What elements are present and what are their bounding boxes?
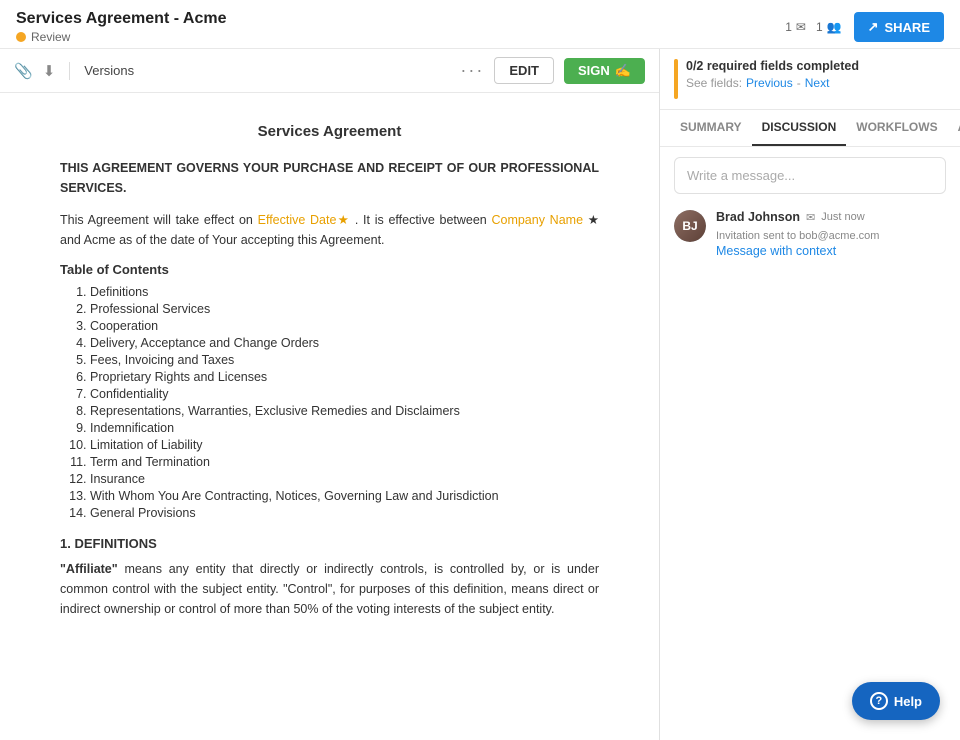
next-link[interactable]: Next <box>805 76 830 90</box>
mail-icon: ✉ <box>796 20 806 34</box>
company-name: Company Name <box>491 213 583 227</box>
section1-text: "Affiliate" means any entity that direct… <box>60 559 599 619</box>
toc-item: Confidentiality <box>90 387 599 401</box>
toc-item: Fees, Invoicing and Taxes <box>90 353 599 367</box>
tab-audit[interactable]: AUDIT <box>948 110 960 146</box>
effective-mid: . It is effective between <box>355 213 487 227</box>
header-right: 1 ✉ 1 👥 ↗ SHARE <box>785 12 944 42</box>
message-context-link[interactable]: Message with context <box>716 244 946 258</box>
fields-info: 0/2 required fields completed See fields… <box>686 59 946 90</box>
toolbar-divider <box>69 62 70 80</box>
fields-title: 0/2 required fields completed <box>686 59 946 73</box>
message-header: Brad Johnson ✉ Just now Invitation sent … <box>716 210 946 242</box>
toc-item: Limitation of Liability <box>90 438 599 452</box>
sign-button[interactable]: SIGN ✍ <box>564 58 645 84</box>
toc-item: General Provisions <box>90 506 599 520</box>
doc-effective: This Agreement will take effect on Effec… <box>60 210 599 250</box>
doc-title: Services Agreement - Acme <box>16 10 226 28</box>
toc-item: Cooperation <box>90 319 599 333</box>
toc-item: Representations, Warranties, Exclusive R… <box>90 404 599 418</box>
message-time: Just now <box>821 211 864 223</box>
avatar-image: BJ <box>674 210 706 242</box>
help-icon: ? <box>870 692 888 710</box>
main-layout: 📎 ⬇ Versions ··· EDIT SIGN ✍ Services Ag… <box>0 49 960 740</box>
paperclip-icon[interactable]: 📎 <box>14 62 33 80</box>
mail-count: 1 <box>785 20 792 34</box>
toc-item: Definitions <box>90 285 599 299</box>
toc-item: Proprietary Rights and Licenses <box>90 370 599 384</box>
discussion-area: Write a message... BJ Brad Johnson ✉ Jus… <box>660 147 960 740</box>
see-fields-label: See fields: <box>686 76 742 90</box>
toc-item: Indemnification <box>90 421 599 435</box>
toc-item: Insurance <box>90 472 599 486</box>
document-panel: 📎 ⬇ Versions ··· EDIT SIGN ✍ Services Ag… <box>0 49 660 740</box>
tab-discussion[interactable]: DISCUSSION <box>752 110 847 146</box>
message-body: Brad Johnson ✉ Just now Invitation sent … <box>716 210 946 258</box>
people-count: 1 <box>816 20 823 34</box>
pen-icon: ✍ <box>615 63 631 79</box>
review-badge: Review <box>16 30 226 44</box>
mail-notification[interactable]: 1 ✉ <box>785 20 806 34</box>
tab-workflows[interactable]: WORKFLOWS <box>846 110 947 146</box>
doc-toolbar: 📎 ⬇ Versions ··· EDIT SIGN ✍ <box>0 49 659 93</box>
more-options-icon[interactable]: ··· <box>460 60 484 81</box>
header: Services Agreement - Acme Review 1 ✉ 1 👥… <box>0 0 960 49</box>
fields-accent <box>674 59 678 99</box>
edit-button[interactable]: EDIT <box>494 57 554 84</box>
document-content: Services Agreement THIS AGREEMENT GOVERN… <box>0 93 659 740</box>
message-sub: Invitation sent to bob@acme.com <box>716 230 879 242</box>
right-panel: 0/2 required fields completed See fields… <box>660 49 960 740</box>
previous-link[interactable]: Previous <box>746 76 793 90</box>
help-label: Help <box>894 694 922 709</box>
notification-group: 1 ✉ 1 👥 <box>785 20 841 34</box>
toc-item: With Whom You Are Contracting, Notices, … <box>90 489 599 503</box>
email-icon: ✉ <box>806 211 815 224</box>
download-icon[interactable]: ⬇ <box>43 62 56 80</box>
message-author: Brad Johnson <box>716 210 800 224</box>
avatar: BJ <box>674 210 706 242</box>
toc-item: Delivery, Acceptance and Change Orders <box>90 336 599 350</box>
tabs-bar: SUMMARY DISCUSSION WORKFLOWS AUDIT ⋮ <box>660 110 960 147</box>
section1-heading: 1. DEFINITIONS <box>60 536 599 551</box>
toc-item: Professional Services <box>90 302 599 316</box>
tab-summary[interactable]: SUMMARY <box>670 110 752 146</box>
doc-heading: Services Agreement <box>60 123 599 140</box>
effective-date: Effective Date★ <box>258 213 351 227</box>
fields-nav: See fields: Previous - Next <box>686 76 946 90</box>
effective-before: This Agreement will take effect on <box>60 213 253 227</box>
people-notification[interactable]: 1 👥 <box>816 20 842 34</box>
message-input[interactable]: Write a message... <box>674 157 946 194</box>
sign-label: SIGN <box>578 63 610 78</box>
message-item: BJ Brad Johnson ✉ Just now Invitation se… <box>674 210 946 258</box>
toc-list: Definitions Professional Services Cooperat… <box>60 285 599 520</box>
people-icon: 👥 <box>827 20 842 34</box>
fields-dash: - <box>797 76 801 90</box>
fields-banner: 0/2 required fields completed See fields… <box>660 49 960 110</box>
doc-intro: THIS AGREEMENT GOVERNS YOUR PURCHASE AND… <box>60 158 599 198</box>
review-dot <box>16 32 26 42</box>
help-button[interactable]: ? Help <box>852 682 940 720</box>
header-left: Services Agreement - Acme Review <box>16 10 226 44</box>
review-label: Review <box>31 30 70 44</box>
versions-label[interactable]: Versions <box>84 63 134 78</box>
toc-title: Table of Contents <box>60 262 599 277</box>
share-icon: ↗ <box>868 19 879 35</box>
toc-item: Term and Termination <box>90 455 599 469</box>
share-button[interactable]: ↗ SHARE <box>854 12 944 42</box>
share-label: SHARE <box>884 20 930 35</box>
